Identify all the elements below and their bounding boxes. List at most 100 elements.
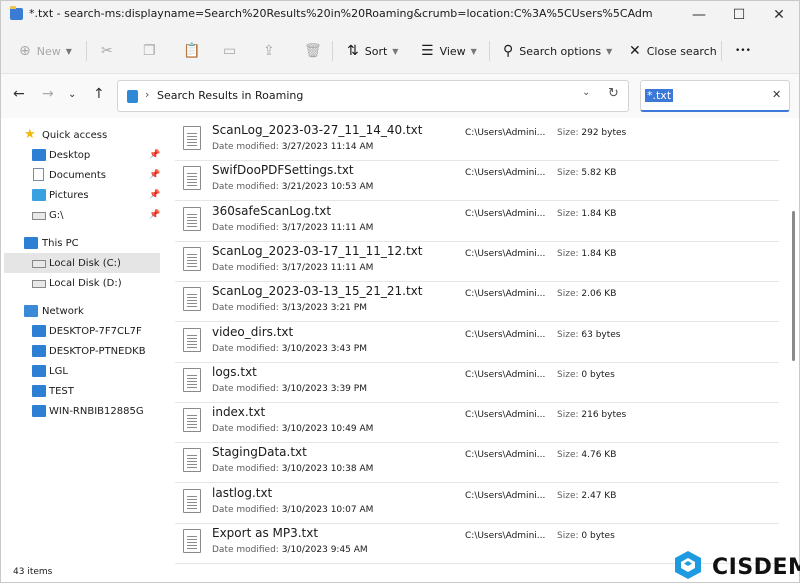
file-row[interactable]: SwifDooPDFSettings.txt Date modified: 3/2… xyxy=(175,160,779,202)
date-modified-label: Date modified: xyxy=(212,504,279,515)
computer-icon xyxy=(32,325,46,337)
vertical-scrollbar[interactable] xyxy=(792,211,795,361)
address-dropdown-button[interactable]: ⌄ xyxy=(582,87,590,98)
size-label: Size: xyxy=(557,168,579,179)
nav-desktop[interactable]: Desktop 📌 xyxy=(4,145,160,165)
nav-network[interactable]: Network xyxy=(4,301,160,321)
pin-icon: 📌 xyxy=(149,190,161,200)
sort-button[interactable]: ⇅ Sort ▼ xyxy=(347,29,398,73)
nav-label: Pictures xyxy=(49,189,89,201)
file-row[interactable]: video_dirs.txt Date modified: 3/10/2023 3… xyxy=(175,322,779,363)
forward-button[interactable]: → xyxy=(42,86,54,102)
date-modified-value: 3/10/2023 10:07 AM xyxy=(281,504,374,515)
nav-label: G:\ xyxy=(49,209,64,221)
maximize-button[interactable]: ☐ xyxy=(719,1,759,29)
file-name: ScanLog_2023-03-17_11_11_12.txt xyxy=(212,243,423,258)
nav-network-computer[interactable]: LGL xyxy=(4,361,160,381)
nav-label: TEST xyxy=(49,385,74,397)
share-button[interactable]: ⇪ xyxy=(263,29,281,73)
copy-button[interactable]: ❐ xyxy=(143,29,162,73)
chevron-down-icon: ⌄ xyxy=(582,87,591,98)
close-button[interactable]: ✕ xyxy=(759,1,799,29)
date-modified-label: Date modified: xyxy=(212,424,279,435)
nav-local-disk-c[interactable]: Local Disk (C:) xyxy=(4,253,160,273)
file-list: ScanLog_2023-03-27_11_14_40.txt Date modi… xyxy=(163,119,791,565)
rename-icon: ▭ xyxy=(223,43,237,59)
nav-g-drive[interactable]: G:\ 📌 xyxy=(4,205,160,225)
recent-locations-button[interactable]: ⌄ xyxy=(68,89,76,100)
refresh-button[interactable]: ↻ xyxy=(608,86,619,101)
nav-network-computer[interactable]: TEST xyxy=(4,381,160,401)
computer-icon xyxy=(32,385,46,397)
nav-this-pc[interactable]: This PC xyxy=(4,233,160,253)
nav-label: Local Disk (C:) xyxy=(49,257,121,269)
nav-network-computer[interactable]: DESKTOP-PTNEDKB xyxy=(4,341,160,361)
nav-network-computer[interactable]: DESKTOP-7F7CL7F xyxy=(4,321,160,341)
file-size: Size: 63 bytes xyxy=(557,330,621,340)
date-modified-label: Date modified: xyxy=(212,303,279,314)
date-modified-value: 3/10/2023 3:43 PM xyxy=(281,343,367,354)
text-file-icon xyxy=(183,488,201,513)
search-options-button[interactable]: ⚲ Search options ▼ xyxy=(503,29,612,73)
pin-icon: 📌 xyxy=(149,210,161,220)
nav-pictures[interactable]: Pictures 📌 xyxy=(4,185,160,205)
close-search-button[interactable]: ✕ Close search xyxy=(629,29,717,73)
nav-label: DESKTOP-PTNEDKB xyxy=(49,345,146,357)
nav-documents[interactable]: Documents 📌 xyxy=(4,165,160,185)
pictures-icon xyxy=(32,189,46,201)
minimize-button[interactable]: — xyxy=(679,1,719,29)
cut-button[interactable]: ✂ xyxy=(101,29,119,73)
file-name: index.txt xyxy=(212,405,266,420)
date-modified-value: 3/10/2023 10:49 AM xyxy=(281,424,374,435)
back-button[interactable]: ← xyxy=(13,86,25,102)
file-row[interactable]: ScanLog_2023-03-13_15_21_21.txt Date modi… xyxy=(175,281,779,323)
text-file-icon xyxy=(183,287,201,312)
view-label: View xyxy=(439,44,466,58)
text-file-icon xyxy=(183,327,201,352)
search-input[interactable]: *.txt ✕ xyxy=(640,80,790,112)
nav-label: WIN-RNBIB12885G xyxy=(49,405,144,417)
nav-label: This PC xyxy=(42,237,79,249)
file-size: Size: 5.82 KB xyxy=(557,168,616,178)
file-path: C:\Users\Admini... xyxy=(465,248,546,259)
nav-network-computer[interactable]: WIN-RNBIB12885G xyxy=(4,401,160,421)
delete-button[interactable]: 🗑 xyxy=(304,29,328,73)
address-bar[interactable]: › Search Results in Roaming ⌄ ↻ xyxy=(117,80,629,112)
clear-search-button[interactable]: ✕ xyxy=(772,88,781,101)
file-path: C:\Users\Admini... xyxy=(465,490,546,501)
date-modified-label: Date modified: xyxy=(212,545,279,555)
pin-icon: 📌 xyxy=(149,170,161,180)
new-button[interactable]: ⊕ New ▼ xyxy=(19,29,72,73)
window-title: *.txt - search-ms:displayname=Search%20R… xyxy=(29,7,653,20)
file-name: ScanLog_2023-03-13_15_21_21.txt xyxy=(212,284,423,299)
paste-button[interactable]: 📋 xyxy=(183,29,206,73)
file-name: lastlog.txt xyxy=(212,485,273,500)
file-row[interactable]: ScanLog_2023-03-27_11_14_40.txt Date modi… xyxy=(175,120,779,161)
file-row[interactable]: index.txt Date modified: 3/10/2023 10:49 … xyxy=(175,402,779,444)
file-row[interactable]: logs.txt Date modified: 3/10/2023 3:39 PM… xyxy=(175,362,779,403)
file-row[interactable]: lastlog.txt Date modified: 3/10/2023 10:0… xyxy=(175,483,779,524)
file-explorer-window: *.txt - search-ms:displayname=Search%20R… xyxy=(0,0,800,583)
file-size: Size: 216 bytes xyxy=(557,410,626,420)
size-value: 0 bytes xyxy=(581,531,615,541)
file-row[interactable]: StagingData.txt Date modified: 3/10/2023 … xyxy=(175,442,779,484)
rename-button[interactable]: ▭ xyxy=(223,29,242,73)
nav-quick-access[interactable]: ★ Quick access xyxy=(4,125,160,145)
file-row[interactable]: ScanLog_2023-03-17_11_11_12.txt Date modi… xyxy=(175,241,779,282)
chevron-down-icon: ⌄ xyxy=(68,89,77,100)
computer-icon xyxy=(24,237,38,249)
nav-local-disk-d[interactable]: Local Disk (D:) xyxy=(4,273,160,293)
file-row[interactable]: 360safeScanLog.txt Date modified: 3/17/20… xyxy=(175,201,779,242)
more-options-button[interactable]: ••• xyxy=(735,29,751,73)
size-value: 1.84 KB xyxy=(581,248,617,259)
up-button[interactable]: ↑ xyxy=(93,86,105,102)
text-file-icon xyxy=(183,246,201,271)
size-label: Size: xyxy=(557,329,579,340)
file-size: Size: 0 bytes xyxy=(557,531,615,541)
trash-icon: 🗑 xyxy=(304,43,322,59)
address-row: ← → ⌄ ↑ › Search Results in Roaming ⌄ ↻ … xyxy=(1,74,799,118)
file-size: Size: 1.84 KB xyxy=(557,249,616,259)
view-button[interactable]: ☰ View ▼ xyxy=(421,29,477,73)
file-date-modified: Date modified: 3/10/2023 9:45 AM xyxy=(212,545,368,555)
breadcrumb[interactable]: Search Results in Roaming xyxy=(157,89,303,102)
